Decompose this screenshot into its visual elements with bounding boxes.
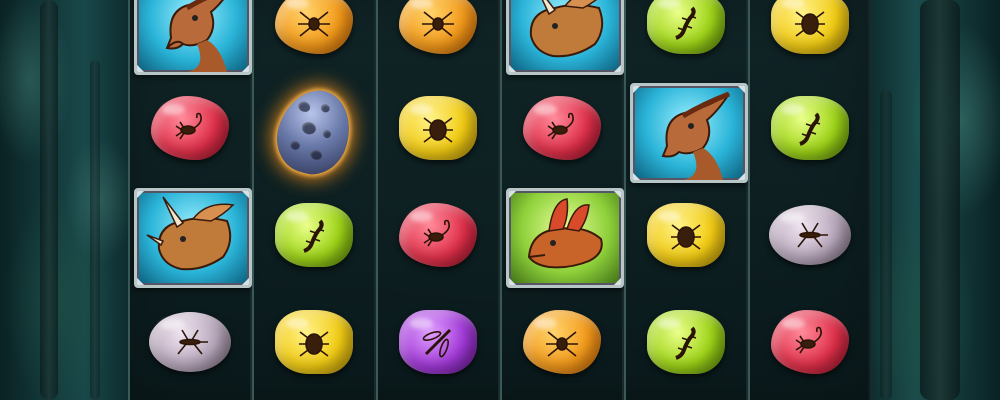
spider-icon (422, 11, 454, 37)
amber-stone (647, 310, 725, 374)
symbol-amber-grey-mosquito (750, 185, 870, 285)
symbol-amber-grey-mosquito (130, 292, 250, 392)
symbol-amber-red-scorpion (750, 292, 870, 392)
scorpion-icon (423, 219, 450, 247)
scorpion-icon (547, 112, 574, 140)
reel-2 (252, 0, 376, 400)
dinosaur-tile (630, 83, 748, 183)
amber-stone (275, 0, 353, 54)
amber-stone (399, 96, 477, 160)
beetle-icon (671, 224, 701, 250)
symbol-parasaurolophus (626, 80, 748, 183)
amber-stone (399, 0, 477, 54)
symbol-amber-red-scorpion (502, 78, 622, 178)
reel-3 (376, 0, 500, 400)
symbol-triceratops (130, 185, 252, 288)
beetle-icon (299, 331, 329, 357)
amber-stone (275, 203, 353, 267)
symbol-amber-green-lizard (626, 0, 746, 72)
symbol-amber-green-lizard (254, 185, 374, 285)
symbol-dilophosaurus (502, 185, 624, 288)
reel-board (128, 0, 872, 400)
mosquito-icon (797, 222, 828, 248)
reel-1 (128, 0, 252, 400)
jungle-background-right (860, 0, 1000, 400)
amber-stone (399, 310, 477, 374)
amber-stone (771, 310, 849, 374)
triceratops-icon (146, 196, 235, 271)
lizard-icon (675, 326, 697, 360)
amber-stone (771, 96, 849, 160)
amber-stone (399, 203, 477, 267)
reel-6 (748, 0, 872, 400)
lizard-icon (675, 6, 697, 40)
amber-stone (769, 205, 851, 265)
symbol-amber-yellow-beetle (750, 0, 870, 72)
symbol-triceratops (502, 0, 624, 75)
symbol-amber-green-lizard (626, 292, 746, 392)
amber-stone (275, 310, 353, 374)
symbol-meteor-egg (254, 81, 374, 183)
amber-stone (523, 96, 601, 160)
amber-stone (647, 0, 725, 54)
beetle-icon (423, 117, 453, 143)
spider-icon (298, 11, 330, 37)
symbol-amber-orange-spider (254, 0, 374, 72)
dilophosaurus-icon (527, 198, 603, 269)
reel-4 (500, 0, 624, 400)
scorpion-icon (175, 112, 202, 140)
mosquito-icon (177, 329, 208, 355)
beetle-icon (795, 11, 825, 37)
triceratops-icon (529, 0, 604, 58)
symbol-amber-red-scorpion (130, 78, 250, 178)
lizard-icon (799, 112, 821, 146)
dinosaur-tile (506, 188, 624, 288)
amber-stone (151, 96, 229, 160)
symbol-amber-red-scorpion (378, 185, 498, 285)
dragonfly-icon (422, 328, 452, 358)
symbol-amber-yellow-beetle (254, 292, 374, 392)
symbol-amber-green-lizard (750, 78, 870, 178)
spider-icon (546, 331, 578, 357)
amber-stone (647, 203, 725, 267)
jungle-background-left (0, 0, 140, 400)
symbol-amber-yellow-beetle (626, 185, 746, 285)
meteor-egg-icon (267, 81, 361, 183)
symbol-amber-purple-dragonfly (378, 292, 498, 392)
reel-5 (624, 0, 748, 400)
scorpion-icon (795, 326, 822, 354)
symbol-parasaurolophus (130, 0, 252, 75)
amber-stone (771, 0, 849, 54)
parasaurolophus-icon (661, 91, 730, 180)
symbol-amber-orange-spider (378, 0, 498, 72)
dinosaur-tile (134, 0, 252, 75)
dinosaur-tile (134, 188, 252, 288)
amber-stone (523, 310, 601, 374)
symbol-amber-yellow-beetle (378, 78, 498, 178)
lizard-icon (303, 219, 325, 253)
dinosaur-tile (506, 0, 624, 75)
amber-stone (149, 312, 231, 372)
parasaurolophus-icon (165, 0, 227, 72)
symbol-amber-orange-spider (502, 292, 622, 392)
